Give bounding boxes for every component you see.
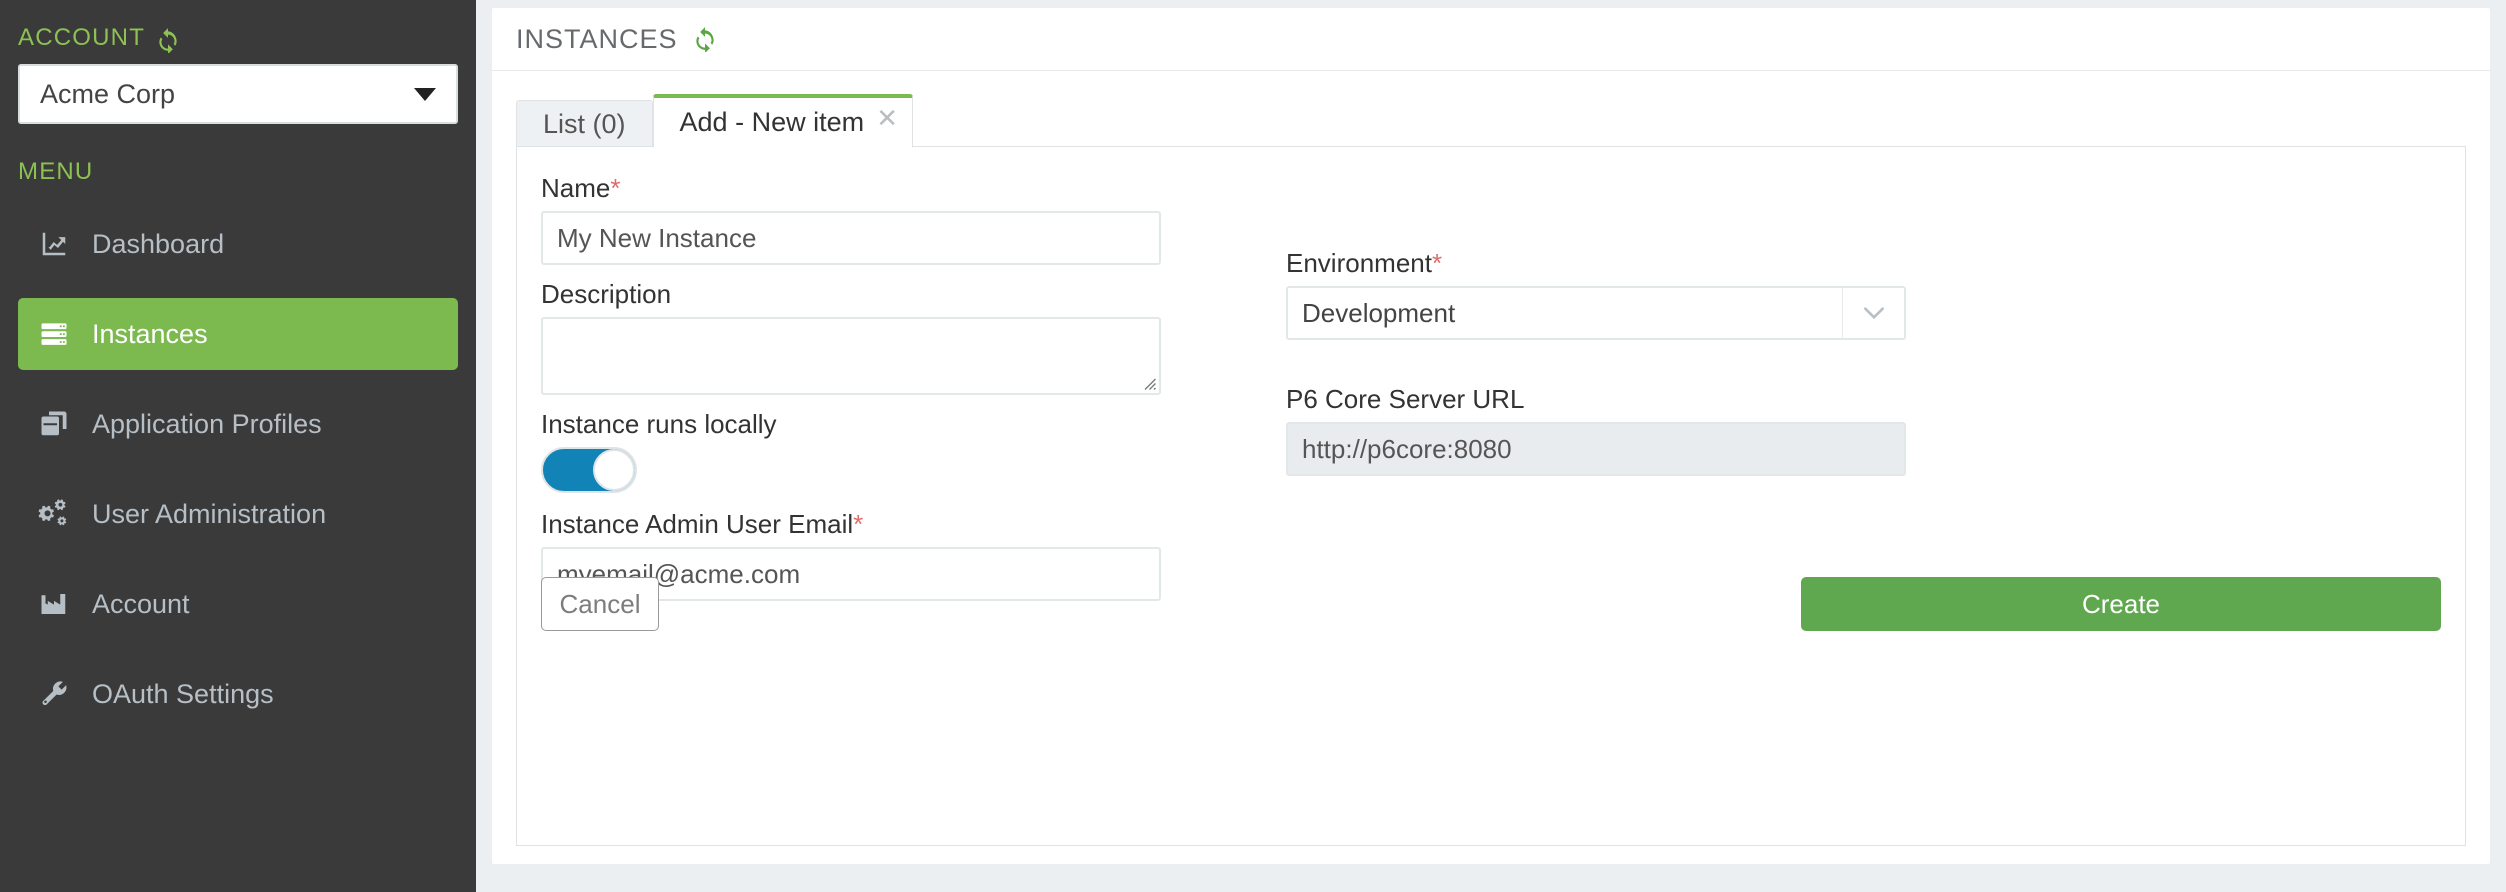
field-environment: Environment* Development xyxy=(1286,248,1981,340)
tab-label: Add - New item xyxy=(679,107,865,137)
name-label-text: Name xyxy=(541,173,611,203)
sidebar-item-dashboard[interactable]: Dashboard xyxy=(18,208,458,280)
tab-add-new-item[interactable]: Add - New item ✕ xyxy=(652,94,914,148)
name-input-value: My New Instance xyxy=(557,222,757,253)
account-select-value: Acme Corp xyxy=(40,78,176,109)
caret-down-icon xyxy=(414,87,436,101)
p6-core-url-label: P6 Core Server URL xyxy=(1286,384,1525,414)
page-header: INSTANCES xyxy=(492,8,2490,71)
form-column-right: Environment* Development P6 Core Server … xyxy=(1261,173,1981,615)
app-root: ACCOUNT Acme Corp MENU Dashboard Instanc… xyxy=(0,0,2506,892)
sidebar-item-label: Instances xyxy=(92,318,208,349)
environment-select[interactable]: Development xyxy=(1286,286,1906,340)
form-panel: Name* My New Instance Description Instan… xyxy=(516,146,2466,846)
sidebar-item-instances[interactable]: Instances xyxy=(18,298,458,370)
page-card: INSTANCES List (0) Add - New item ✕ Name… xyxy=(492,8,2490,864)
page-title: INSTANCES xyxy=(516,24,718,55)
form-actions: Cancel Create xyxy=(541,577,2441,631)
server-icon xyxy=(36,317,72,351)
sidebar-item-label: OAuth Settings xyxy=(92,678,274,709)
sidebar-item-label: Account xyxy=(92,588,190,619)
admin-email-label: Instance Admin User Email* xyxy=(541,509,1261,540)
name-label: Name* xyxy=(541,173,1261,204)
required-marker: * xyxy=(1431,248,1443,278)
environment-label-text: Environment xyxy=(1286,248,1432,278)
toggle-knob xyxy=(593,449,635,491)
sidebar-item-oauth-settings[interactable]: OAuth Settings xyxy=(18,658,458,730)
chart-line-icon xyxy=(36,227,72,261)
tabs-area: List (0) Add - New item ✕ Name* My New I… xyxy=(492,71,2490,846)
environment-label: Environment* xyxy=(1286,248,1981,279)
p6-core-url-input: http://p6core:8080 xyxy=(1286,422,1906,476)
field-description: Description xyxy=(541,279,1261,395)
sidebar-item-application-profiles[interactable]: Application Profiles xyxy=(18,388,458,460)
required-marker: * xyxy=(610,173,621,203)
account-select[interactable]: Acme Corp xyxy=(18,64,458,124)
form-grid: Name* My New Instance Description Instan… xyxy=(541,173,2441,615)
cancel-button[interactable]: Cancel xyxy=(541,577,659,631)
description-label: Description xyxy=(541,279,672,309)
account-select-wrap: Acme Corp xyxy=(0,52,476,124)
description-textarea[interactable] xyxy=(541,317,1161,395)
sidebar-nav: Dashboard Instances Application Profiles… xyxy=(0,208,476,730)
environment-select-value: Development xyxy=(1302,297,1456,328)
required-marker: * xyxy=(853,509,864,539)
main-content: INSTANCES List (0) Add - New item ✕ Name… xyxy=(476,0,2506,892)
sidebar-account-heading: ACCOUNT xyxy=(0,0,476,53)
sidebar-menu-label: MENU xyxy=(18,158,94,185)
chevron-down-icon[interactable] xyxy=(1842,288,1904,338)
create-button[interactable]: Create xyxy=(1801,577,2441,631)
runs-locally-label: Instance runs locally xyxy=(541,409,777,439)
tab-label: List (0) xyxy=(543,108,626,139)
form-column-left: Name* My New Instance Description Instan… xyxy=(541,173,1261,615)
sidebar-account-label: ACCOUNT xyxy=(18,24,146,51)
factory-icon xyxy=(36,587,72,621)
wrench-icon xyxy=(36,677,72,711)
runs-locally-toggle[interactable] xyxy=(541,447,637,493)
sidebar-menu-heading: MENU xyxy=(0,124,476,186)
gears-icon xyxy=(36,497,72,531)
refresh-icon[interactable] xyxy=(692,26,718,54)
admin-email-label-text: Instance Admin User Email xyxy=(541,509,854,539)
sidebar-item-account[interactable]: Account xyxy=(18,568,458,640)
sidebar-item-label: User Administration xyxy=(92,498,327,529)
sidebar-item-user-administration[interactable]: User Administration xyxy=(18,478,458,550)
sidebar: ACCOUNT Acme Corp MENU Dashboard Instanc… xyxy=(0,0,476,892)
refresh-icon[interactable] xyxy=(155,27,181,53)
field-name: Name* My New Instance xyxy=(541,173,1261,265)
field-p6-core-url: P6 Core Server URL http://p6core:8080 xyxy=(1286,384,1981,476)
resize-grip-icon[interactable] xyxy=(1139,373,1157,391)
sidebar-item-label: Dashboard xyxy=(92,228,225,259)
close-icon[interactable]: ✕ xyxy=(876,105,898,131)
sidebar-item-label: Application Profiles xyxy=(92,408,322,439)
p6-core-url-value: http://p6core:8080 xyxy=(1302,433,1512,464)
tabstrip: List (0) Add - New item ✕ xyxy=(516,93,2466,148)
tab-list[interactable]: List (0) xyxy=(516,100,653,147)
page-title-text: INSTANCES xyxy=(516,23,678,54)
clone-icon xyxy=(36,407,72,441)
name-input[interactable]: My New Instance xyxy=(541,211,1161,265)
field-runs-locally: Instance runs locally xyxy=(541,409,1261,493)
